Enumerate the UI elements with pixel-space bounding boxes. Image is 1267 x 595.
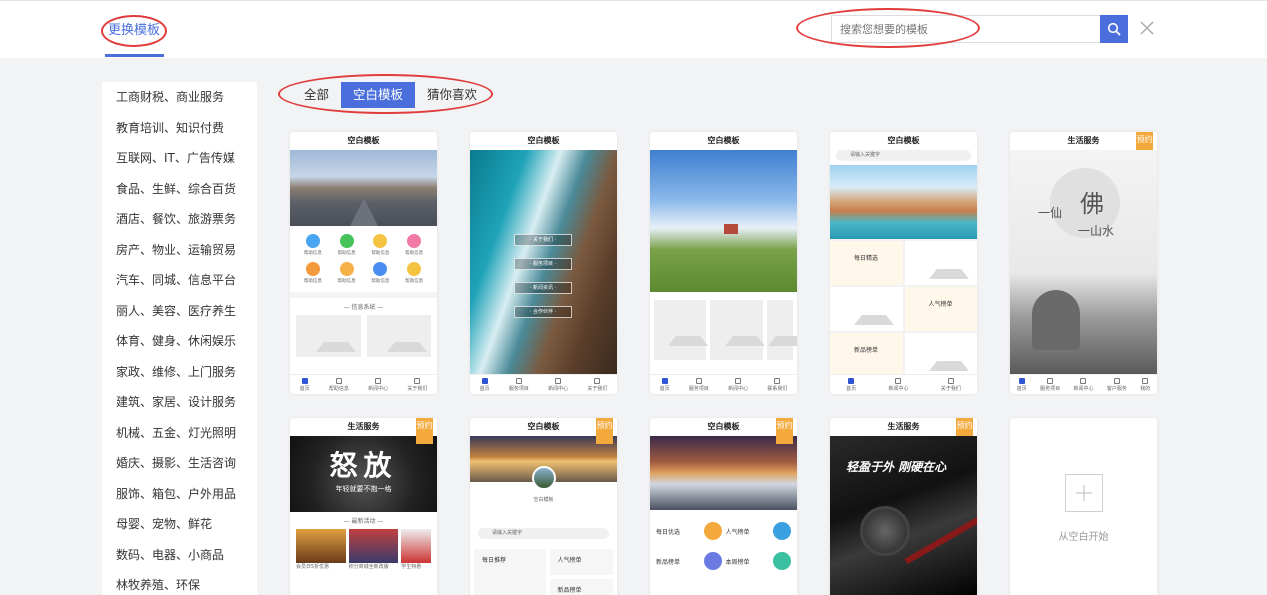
card-title: 空白模板 bbox=[887, 136, 920, 145]
card-title: 生活服务 bbox=[347, 422, 380, 431]
sidebar-item[interactable]: 教育培训、知识付费 bbox=[102, 113, 257, 144]
filter-tab-all[interactable]: 全部 bbox=[292, 82, 341, 108]
card-icon-grid: 帮助信息 帮助信息 帮助信息 帮助信息 帮助信息 帮助信息 帮助信息 帮助信息 bbox=[290, 226, 437, 292]
filter-tab-guess[interactable]: 猜你喜欢 bbox=[415, 82, 489, 108]
card-image bbox=[650, 150, 797, 292]
sidebar-item[interactable]: 服饰、箱包、户外用品 bbox=[102, 479, 257, 510]
card-tabbar: 首页 帮助信息 新闻中心 关于我们 bbox=[290, 374, 437, 394]
card-image: 轻盈于外 刚硬在心 bbox=[830, 436, 977, 595]
category-sidebar: 工商财税、商业服务 教育培训、知识付费 互联网、IT、广告传媒 食品、生鲜、综合… bbox=[102, 82, 257, 595]
blank-start-label: 从空白开始 bbox=[1058, 531, 1109, 543]
card-tabbar: 首页 服务项目 新闻中心 客户服务 我的 bbox=[1010, 374, 1157, 394]
sidebar-item[interactable]: 婚庆、摄影、生活咨询 bbox=[102, 448, 257, 479]
sidebar-item[interactable]: 工商财税、商业服务 bbox=[102, 82, 257, 113]
card-title: 空白模板 bbox=[527, 136, 560, 145]
template-card[interactable]: 空白模板 预约 每日优选 人气榜单 新品榜单 本周榜单 bbox=[650, 418, 797, 595]
card-image: 佛 一仙 一山水 bbox=[1010, 150, 1157, 374]
search-box bbox=[831, 15, 1101, 43]
template-card[interactable]: 空白模板 首页 服务项目 新闻中心 联系我们 bbox=[650, 132, 797, 394]
card-tabbar: 首页 新闻中心 关于我们 bbox=[830, 374, 977, 394]
card-image: 怒放 年轻就要不抱一格 bbox=[290, 436, 437, 512]
card-title: 空白模板 bbox=[527, 422, 560, 431]
card-title: 空白模板 bbox=[707, 422, 740, 431]
card-title: 空白模板 bbox=[347, 136, 380, 145]
card-section-title: — 最新活动 — bbox=[343, 518, 384, 525]
sidebar-item[interactable]: 丽人、美容、医疗养生 bbox=[102, 296, 257, 327]
reserve-badge: 预约 bbox=[596, 418, 613, 444]
sidebar-item[interactable]: 家政、维修、上门服务 bbox=[102, 357, 257, 388]
card-title: 生活服务 bbox=[1067, 136, 1100, 145]
search-button[interactable] bbox=[1100, 15, 1128, 43]
filter-tab-blank[interactable]: 空白模板 bbox=[341, 82, 416, 108]
search-input[interactable] bbox=[832, 16, 1101, 42]
card-title: 空白模板 bbox=[707, 136, 740, 145]
template-card[interactable]: 空白模板 请输入关键字 每日精选 人气榜单 新品榜单 首页 新闻中心 关于我们 bbox=[830, 132, 977, 394]
card-image bbox=[830, 165, 977, 239]
sidebar-item[interactable]: 酒店、餐饮、旅游票务 bbox=[102, 204, 257, 235]
filter-tabs: 全部 空白模板 猜你喜欢 bbox=[292, 82, 489, 108]
card-search: 请输入关键字 bbox=[478, 528, 609, 539]
sidebar-item[interactable]: 机械、五金、灯光照明 bbox=[102, 418, 257, 449]
card-tabbar: 首页 服务项目 新闻中心 联系我们 bbox=[650, 374, 797, 394]
search-icon bbox=[1107, 22, 1121, 36]
card-title: 生活服务 bbox=[887, 422, 920, 431]
plus-icon bbox=[1064, 473, 1103, 512]
template-card[interactable]: 生活服务 预约 怒放 年轻就要不抱一格 — 最新活动 — 会员日5折优惠 积分商… bbox=[290, 418, 437, 595]
top-header: 更换模板 bbox=[0, 0, 1267, 58]
template-card[interactable]: 生活服务 预约 佛 一仙 一山水 首页 服务项目 新闻中心 客户服务 我的 bbox=[1010, 132, 1157, 394]
reserve-badge: 预约 bbox=[416, 418, 433, 444]
sidebar-item[interactable]: 林牧养殖、环保 bbox=[102, 570, 257, 595]
card-search: 请输入关键字 bbox=[836, 150, 971, 161]
tab-underline bbox=[105, 54, 164, 57]
close-icon bbox=[1140, 21, 1154, 35]
sidebar-item[interactable]: 母婴、宠物、鲜花 bbox=[102, 509, 257, 540]
card-tabbar: 首页 服务项目 新闻中心 关于我们 bbox=[470, 374, 617, 394]
sidebar-item[interactable]: 房产、物业、运输贸易 bbox=[102, 235, 257, 266]
avatar bbox=[532, 466, 556, 490]
template-card[interactable]: 空白模板 · 关于我们 · · 服务项目 · · 新闻资讯 · · 合作伙伴 ·… bbox=[470, 132, 617, 394]
sidebar-item[interactable]: 汽车、同城、信息平台 bbox=[102, 265, 257, 296]
sidebar-item[interactable]: 建筑、家居、设计服务 bbox=[102, 387, 257, 418]
card-section-title: — 信息系统 — bbox=[343, 304, 384, 311]
reserve-badge: 预约 bbox=[776, 418, 793, 444]
sidebar-item[interactable]: 体育、健身、休闲娱乐 bbox=[102, 326, 257, 357]
blank-template-card[interactable]: 从空白开始 bbox=[1010, 418, 1157, 595]
change-template-tab[interactable]: 更换模板 bbox=[108, 19, 160, 38]
sidebar-item[interactable]: 互联网、IT、广告传媒 bbox=[102, 143, 257, 174]
card-image: · 关于我们 · · 服务项目 · · 新闻资讯 · · 合作伙伴 · bbox=[470, 150, 617, 374]
card-image bbox=[650, 436, 797, 510]
card-image bbox=[290, 150, 437, 226]
template-card[interactable]: 空白模板 预约 空白模板 请输入关键字 每日推荐 人气榜单 新品榜单 bbox=[470, 418, 617, 595]
sidebar-item[interactable]: 数码、电器、小商品 bbox=[102, 540, 257, 571]
template-card[interactable]: 生活服务 预约 轻盈于外 刚硬在心 bbox=[830, 418, 977, 595]
close-button[interactable] bbox=[1137, 18, 1157, 38]
template-card[interactable]: 空白模板 帮助信息 帮助信息 帮助信息 帮助信息 帮助信息 帮助信息 帮助信息 … bbox=[290, 132, 437, 394]
sidebar-item[interactable]: 食品、生鲜、综合百货 bbox=[102, 174, 257, 205]
